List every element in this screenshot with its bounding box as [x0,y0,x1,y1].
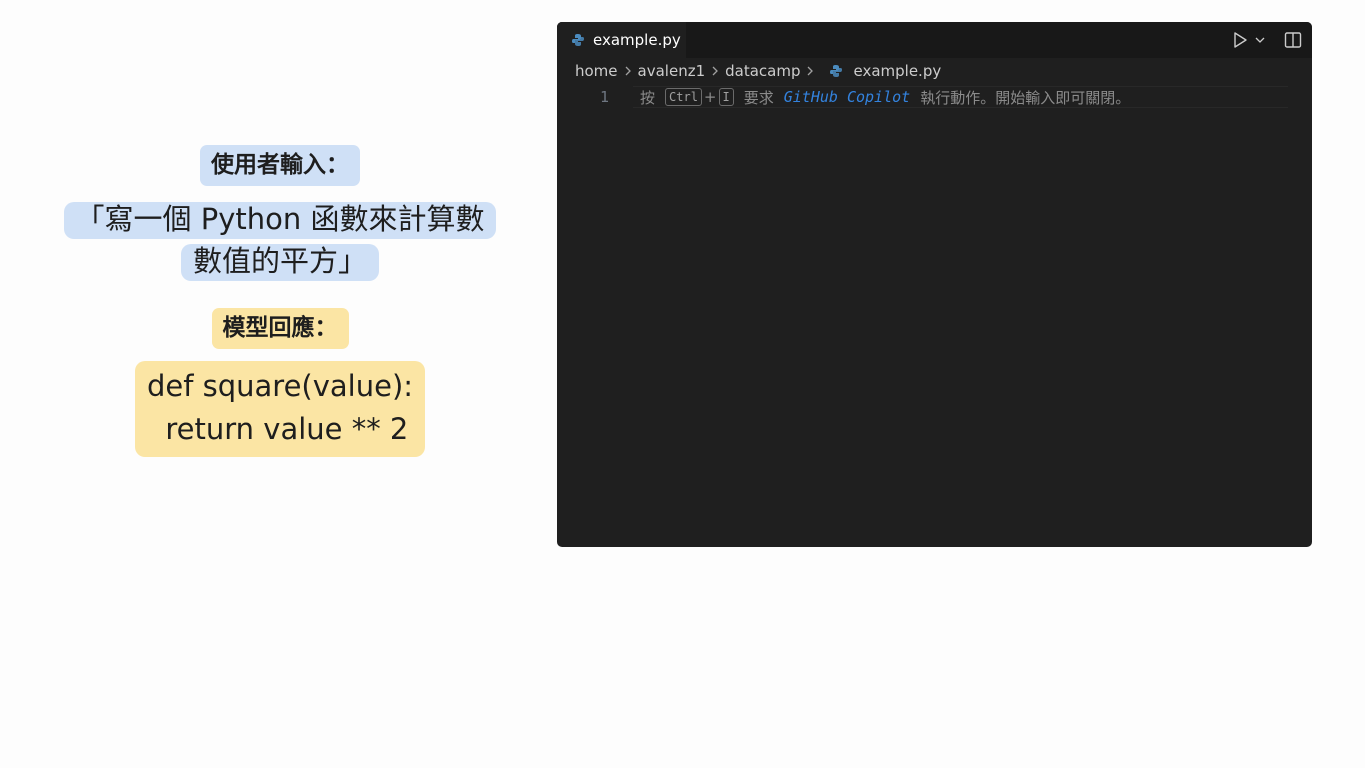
breadcrumb: home avalenz1 datacamp example.py [557,58,1312,84]
copilot-link[interactable]: GitHub Copilot [784,88,910,106]
chevron-right-icon [711,65,719,77]
slide: 使用者輸入： 「寫一個 Python 函數來計算數 數值的平方」 模型回應： d… [0,0,1365,768]
model-response-code: def square(value): return value ** 2 [134,361,426,457]
code-line-1: def square(value): [146,369,414,403]
key-i: I [718,88,734,106]
breadcrumb-home[interactable]: home [575,62,618,80]
tab-example-py[interactable]: example.py [557,22,686,58]
hint-prefix: 按 [640,88,656,107]
code-line[interactable]: 1 按 Ctrl + I 要求 GitHub Copilot 執行動作。開始輸入… [557,86,1312,108]
editor-actions [1232,22,1302,58]
split-editor-icon[interactable] [1284,31,1302,49]
user-input-line-2: 數值的平方」 [180,244,379,281]
chevron-down-icon[interactable] [1254,35,1266,45]
user-input-quote: 「寫一個 Python 函數來計算數 數值的平方」 [63,198,497,282]
model-response-label: 模型回應： [211,308,349,349]
code-line-2: return value ** 2 [146,412,409,446]
code-editor-window: example.py home avalenz1 datacamp exampl… [557,22,1312,547]
annotation-panel: 使用者輸入： 「寫一個 Python 函數來計算數 數值的平方」 模型回應： d… [40,145,520,457]
breadcrumb-datacamp[interactable]: datacamp [725,62,800,80]
code-area[interactable]: 1 按 Ctrl + I 要求 GitHub Copilot 執行動作。開始輸入… [557,84,1312,108]
run-icon[interactable] [1232,31,1248,49]
breadcrumb-file[interactable]: example.py [853,62,941,80]
python-icon [828,64,843,79]
tab-filename: example.py [593,31,681,49]
hint-middle: 要求 [743,88,774,107]
user-input-line-1: 「寫一個 Python 函數來計算數 [63,202,497,239]
user-input-label: 使用者輸入： [200,145,360,186]
chevron-right-icon [806,65,814,77]
line-number: 1 [599,88,609,106]
copilot-hint: 按 Ctrl + I 要求 GitHub Copilot 執行動作。開始輸入即可… [640,87,1130,108]
key-ctrl: Ctrl [665,88,702,106]
python-icon [571,33,585,48]
key-plus: + [703,88,717,106]
breadcrumb-avalenz1[interactable]: avalenz1 [638,62,706,80]
hint-suffix: 執行動作。開始輸入即可關閉。 [920,88,1131,107]
tab-bar: example.py [557,22,1312,58]
chevron-right-icon [624,65,632,77]
